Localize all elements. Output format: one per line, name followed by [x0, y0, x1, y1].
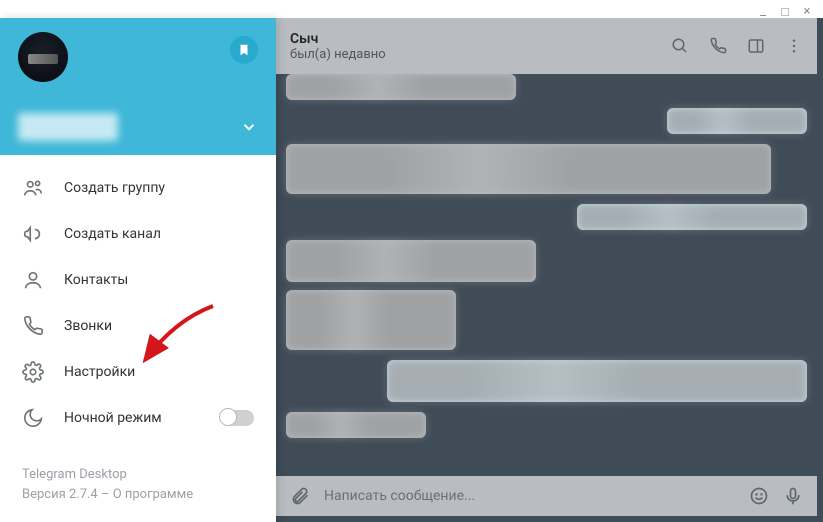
message-out[interactable] — [577, 204, 807, 230]
window-close-button[interactable]: × — [799, 4, 815, 20]
menu-item-label: Контакты — [64, 272, 128, 288]
emoji-icon[interactable] — [749, 486, 769, 506]
message-in[interactable] — [286, 144, 771, 194]
menu-item-night-mode[interactable]: Ночной режим — [0, 395, 276, 441]
chat-title: Сыч — [290, 31, 671, 47]
attach-icon[interactable] — [290, 486, 310, 506]
gear-icon — [22, 361, 44, 383]
message-input[interactable] — [324, 488, 735, 504]
saved-messages-button[interactable] — [230, 36, 258, 64]
group-icon — [22, 177, 44, 199]
expand-accounts-button[interactable] — [240, 118, 258, 136]
menu-item-label: Звонки — [64, 318, 112, 334]
menu-item-label: Создать группу — [64, 180, 165, 196]
message-composer — [276, 476, 817, 516]
chat-title-block[interactable]: Сыч был(а) недавно — [290, 31, 671, 62]
menu-item-settings[interactable]: Настройки — [0, 349, 276, 395]
profile-name — [18, 113, 118, 141]
night-mode-toggle[interactable] — [220, 410, 254, 426]
menu-item-calls[interactable]: Звонки — [0, 303, 276, 349]
window-minimize-button[interactable]: _ — [755, 4, 771, 20]
chat-header-actions — [671, 37, 803, 55]
drawer-footer: Telegram Desktop Версия 2.7.4 – О програ… — [0, 451, 276, 522]
message-in[interactable] — [286, 412, 426, 438]
message-in[interactable] — [286, 240, 536, 282]
message-in[interactable] — [286, 74, 516, 100]
message-out[interactable] — [387, 360, 807, 402]
person-icon — [22, 269, 44, 291]
main-menu-drawer: Создать группу Создать канал Контакты Зв… — [0, 18, 276, 522]
voice-icon[interactable] — [783, 486, 803, 506]
menu-item-label: Создать канал — [64, 226, 161, 242]
megaphone-icon — [22, 223, 44, 245]
drawer-header — [0, 18, 276, 155]
menu-item-new-group[interactable]: Создать группу — [0, 165, 276, 211]
menu-item-label: Ночной режим — [64, 410, 162, 426]
menu-item-new-channel[interactable]: Создать канал — [0, 211, 276, 257]
message-out[interactable] — [667, 108, 807, 134]
moon-icon — [22, 407, 44, 429]
search-icon[interactable] — [671, 37, 689, 55]
app-version-label[interactable]: Версия 2.7.4 – О программе — [22, 485, 254, 505]
app-name-label: Telegram Desktop — [22, 465, 254, 485]
avatar[interactable] — [18, 32, 68, 82]
window-controls: _ □ × — [755, 4, 815, 20]
menu-item-label: Настройки — [64, 364, 135, 380]
drawer-menu: Создать группу Создать канал Контакты Зв… — [0, 155, 276, 451]
phone-icon — [22, 315, 44, 337]
window-maximize-button[interactable]: □ — [777, 4, 793, 20]
menu-item-contacts[interactable]: Контакты — [0, 257, 276, 303]
chat-header: Сыч был(а) недавно — [276, 18, 817, 74]
message-in[interactable] — [286, 290, 456, 350]
call-icon[interactable] — [709, 37, 727, 55]
chat-status: был(а) недавно — [290, 47, 671, 62]
message-list[interactable] — [276, 74, 817, 476]
sidepanel-icon[interactable] — [747, 37, 765, 55]
more-icon[interactable] — [785, 37, 803, 55]
